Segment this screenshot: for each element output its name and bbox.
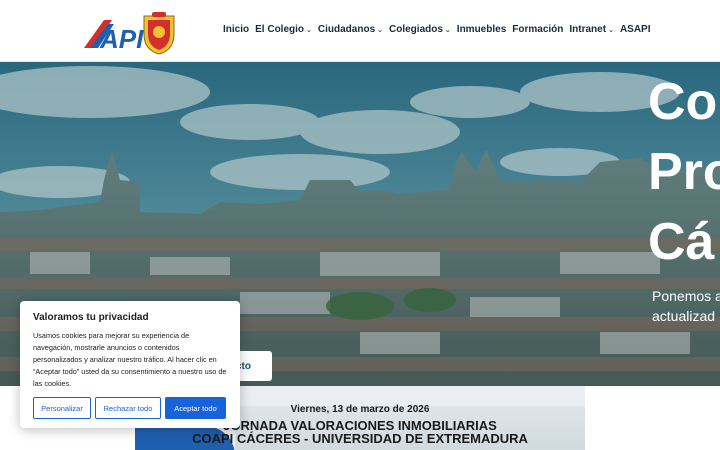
chevron-down-icon: ⌄	[377, 26, 384, 34]
nav-colegiados[interactable]: Colegiados ⌄	[389, 24, 451, 35]
chevron-down-icon: ⌄	[306, 26, 312, 34]
cookie-title: Valoramos tu privacidad	[33, 312, 149, 323]
page: API Inicio El Colegio ⌄ Ciudadanos ⌄ Coleg…	[0, 0, 720, 450]
nav-asapi[interactable]: ASAPI	[620, 24, 651, 35]
nav-intranet[interactable]: Intranet ⌄	[569, 24, 614, 35]
hero-title-line-1: Co	[648, 73, 718, 131]
nav-el-colegio[interactable]: El Colegio ⌄	[255, 24, 312, 35]
banner-title-line-2: COAPI CÁCERES - UNIVERSIDAD DE EXTREMADU…	[192, 431, 528, 446]
main-nav: Inicio El Colegio ⌄ Ciudadanos ⌄ Colegiado…	[223, 24, 657, 35]
reject-all-button[interactable]: Rechazar todo	[95, 397, 161, 419]
hero-subtitle-line-1: Ponemos a	[652, 288, 720, 304]
site-logo[interactable]: API	[82, 12, 182, 56]
hero-title-line-3: Cá	[648, 213, 715, 271]
nav-ciudadanos[interactable]: Ciudadanos ⌄	[318, 24, 383, 35]
nav-inmuebles[interactable]: Inmuebles	[457, 24, 506, 35]
nav-formacion[interactable]: Formación	[512, 24, 563, 35]
cookie-consent-dialog: Valoramos tu privacidad Usamos cookies p…	[20, 301, 240, 428]
chevron-down-icon: ⌄	[608, 26, 614, 34]
svg-text:API: API	[99, 24, 144, 54]
chevron-down-icon: ⌄	[444, 26, 451, 34]
customize-button[interactable]: Personalizar	[33, 397, 91, 419]
nav-inicio[interactable]: Inicio	[223, 24, 249, 35]
site-header: API Inicio El Colegio ⌄ Ciudadanos ⌄ Coleg…	[0, 0, 720, 62]
cookie-buttons: Personalizar Rechazar todo Aceptar todo	[33, 397, 226, 419]
cookie-text: Usamos cookies para mejorar su experienc…	[33, 331, 227, 388]
hero-subtitle-line-2: actualizad	[652, 308, 716, 324]
accept-all-button[interactable]: Aceptar todo	[165, 397, 226, 419]
hero-title-line-2: Pro	[648, 143, 720, 201]
